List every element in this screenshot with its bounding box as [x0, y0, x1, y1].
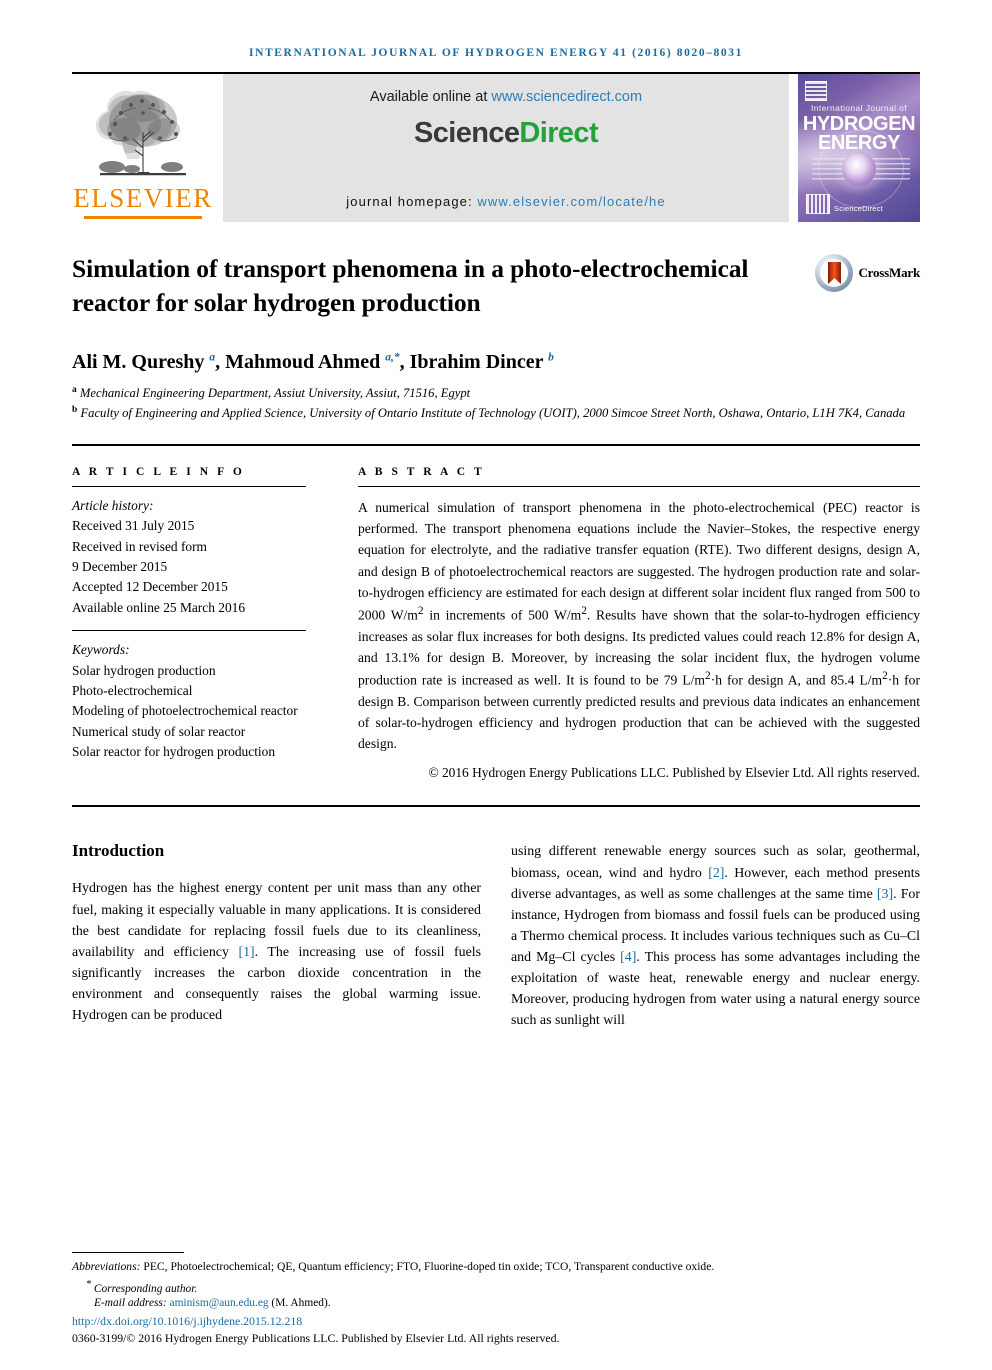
issn-copyright-line: 0360-3199/© 2016 Hydrogen Energy Publica…	[72, 1331, 560, 1345]
history-item: Available online 25 March 2016	[72, 599, 246, 615]
keywords-separator-rule	[72, 630, 306, 632]
crossmark-label: CrossMark	[858, 265, 920, 280]
crossmark-icon	[815, 254, 854, 292]
page-title: Simulation of transport phenomena in a p…	[72, 254, 749, 318]
abstract-rule	[358, 485, 920, 487]
sciencedirect-logo-science: Science	[413, 117, 520, 149]
doi-link[interactable]: http://dx.doi.org/10.1016/j.ijhydene.201…	[72, 1314, 920, 1329]
sciencedirect-logo-direct: Direct	[519, 117, 599, 149]
author-list: Ali M. Qureshy a, Mahmoud Ahmed a,*, Ibr…	[72, 351, 554, 374]
sciencedirect-url-link[interactable]: www.sciencedirect.com	[491, 89, 642, 105]
abstract-copyright: © 2016 Hydrogen Energy Publications LLC.…	[428, 765, 920, 781]
info-abstract-columns: A R T I C L E I N F O Article history: R…	[72, 466, 920, 782]
elsevier-tree-icon	[95, 90, 186, 176]
journal-header-band: ELSEVIER Available online at www.science…	[72, 74, 920, 222]
body-column-right: using different renewable energy sources…	[511, 841, 920, 1031]
running-head: INTERNATIONAL JOURNAL OF HYDROGEN ENERGY…	[249, 47, 743, 59]
affiliation-b-text: Faculty of Engineering and Applied Scien…	[80, 406, 906, 421]
history-item: Accepted 12 December 2015	[72, 579, 228, 595]
journal-homepage-label: journal homepage:	[346, 194, 478, 209]
email-link[interactable]: aminism@aun.edu.eg	[170, 1297, 269, 1309]
keywords-block: Keywords: Solar hydrogen production Phot…	[72, 640, 306, 762]
body-column-left: Introduction Hydrogen has the highest en…	[72, 841, 481, 1031]
keyword-item: Solar reactor for hydrogen production	[72, 744, 276, 760]
journal-cover-thumbnail[interactable]: International Journal of HYDROGEN ENERGY…	[798, 74, 920, 222]
elsevier-publisher-block: ELSEVIER	[72, 74, 214, 222]
cover-barcode-mark-icon	[806, 194, 830, 214]
article-history-label: Article history:	[72, 497, 154, 513]
abstract-bottom-rule	[72, 805, 920, 808]
email-note: E-mail address: aminism@aun.edu.eg (M. A…	[72, 1297, 920, 1309]
journal-article-page: INTERNATIONAL JOURNAL OF HYDROGEN ENERGY…	[0, 47, 992, 1370]
affiliation-b: b Faculty of Engineering and Applied Sci…	[72, 405, 906, 421]
sciencedirect-banner: Available online at www.sciencedirect.co…	[223, 74, 789, 222]
abbreviations-note: Abbreviations: PEC, Photoelectrochemical…	[72, 1260, 715, 1274]
cover-title-energy: ENERGY	[817, 132, 901, 154]
email-suffix: (M. Ahmed).	[268, 1297, 331, 1309]
abstract-heading: A B S T R A C T	[358, 465, 485, 478]
body-columns: Introduction Hydrogen has the highest en…	[72, 841, 920, 1031]
journal-homepage-line: journal homepage: www.elsevier.com/locat…	[223, 194, 789, 209]
email-label: E-mail address:	[94, 1297, 170, 1309]
article-info-rule	[72, 485, 306, 487]
keyword-item: Solar hydrogen production	[72, 662, 216, 678]
sciencedirect-logo[interactable]: ScienceDirect	[413, 117, 599, 150]
journal-homepage-link[interactable]: www.elsevier.com/locate/he	[477, 194, 665, 209]
abstract-column: A B S T R A C T A numerical simulation o…	[358, 466, 920, 782]
corresponding-author-text: Corresponding author.	[93, 1283, 198, 1295]
keyword-item: Photo-electrochemical	[72, 682, 193, 698]
cover-sphere-graphic	[842, 152, 876, 186]
footnote-rule	[72, 1252, 184, 1254]
elsevier-underline	[84, 216, 202, 219]
keyword-item: Modeling of photoelectrochemical reactor	[72, 703, 298, 719]
keyword-item: Numerical study of solar reactor	[72, 723, 246, 739]
article-history-block: Article history: Received 31 July 2015 R…	[72, 496, 306, 618]
available-online-line: Available online at www.sciencedirect.co…	[370, 89, 642, 105]
keywords-label: Keywords:	[72, 642, 130, 658]
affiliations: a Mechanical Engineering Department, Ass…	[72, 383, 920, 423]
article-info-column: A R T I C L E I N F O Article history: R…	[72, 466, 306, 782]
journal-cover-block: International Journal of HYDROGEN ENERGY…	[798, 74, 920, 222]
available-online-text: Available online at	[369, 89, 492, 105]
elsevier-wordmark: ELSEVIER	[73, 183, 213, 213]
cover-elsevier-mark-icon	[805, 81, 827, 101]
history-item: Received in revised form	[72, 538, 207, 554]
history-item: Received 31 July 2015	[72, 518, 195, 534]
footnote-area: Abbreviations: PEC, Photoelectrochemical…	[72, 1252, 920, 1346]
abstract-text: A numerical simulation of transport phen…	[358, 499, 920, 752]
cover-title-small: International Journal of	[810, 103, 908, 113]
info-section-top-rule	[72, 443, 920, 446]
intro-paragraph-right: using different renewable energy sources…	[511, 844, 921, 1029]
history-item: 9 December 2015	[72, 559, 168, 575]
article-info-heading: A R T I C L E I N F O	[72, 465, 245, 478]
cover-sciencedirect-mark: ScienceDirect	[834, 204, 883, 213]
section-title-introduction: Introduction	[72, 841, 165, 861]
corresponding-author-note: * Corresponding author.	[86, 1279, 198, 1295]
crossmark-badge[interactable]: CrossMark	[815, 254, 920, 292]
intro-paragraph-left: Hydrogen has the highest energy content …	[72, 881, 481, 1024]
title-area: Simulation of transport phenomena in a p…	[72, 252, 920, 320]
affiliation-a: a Mechanical Engineering Department, Ass…	[72, 385, 471, 401]
cover-title-hydrogen: HYDROGEN	[802, 113, 916, 135]
affiliation-a-text: Mechanical Engineering Department, Assiu…	[79, 386, 471, 401]
